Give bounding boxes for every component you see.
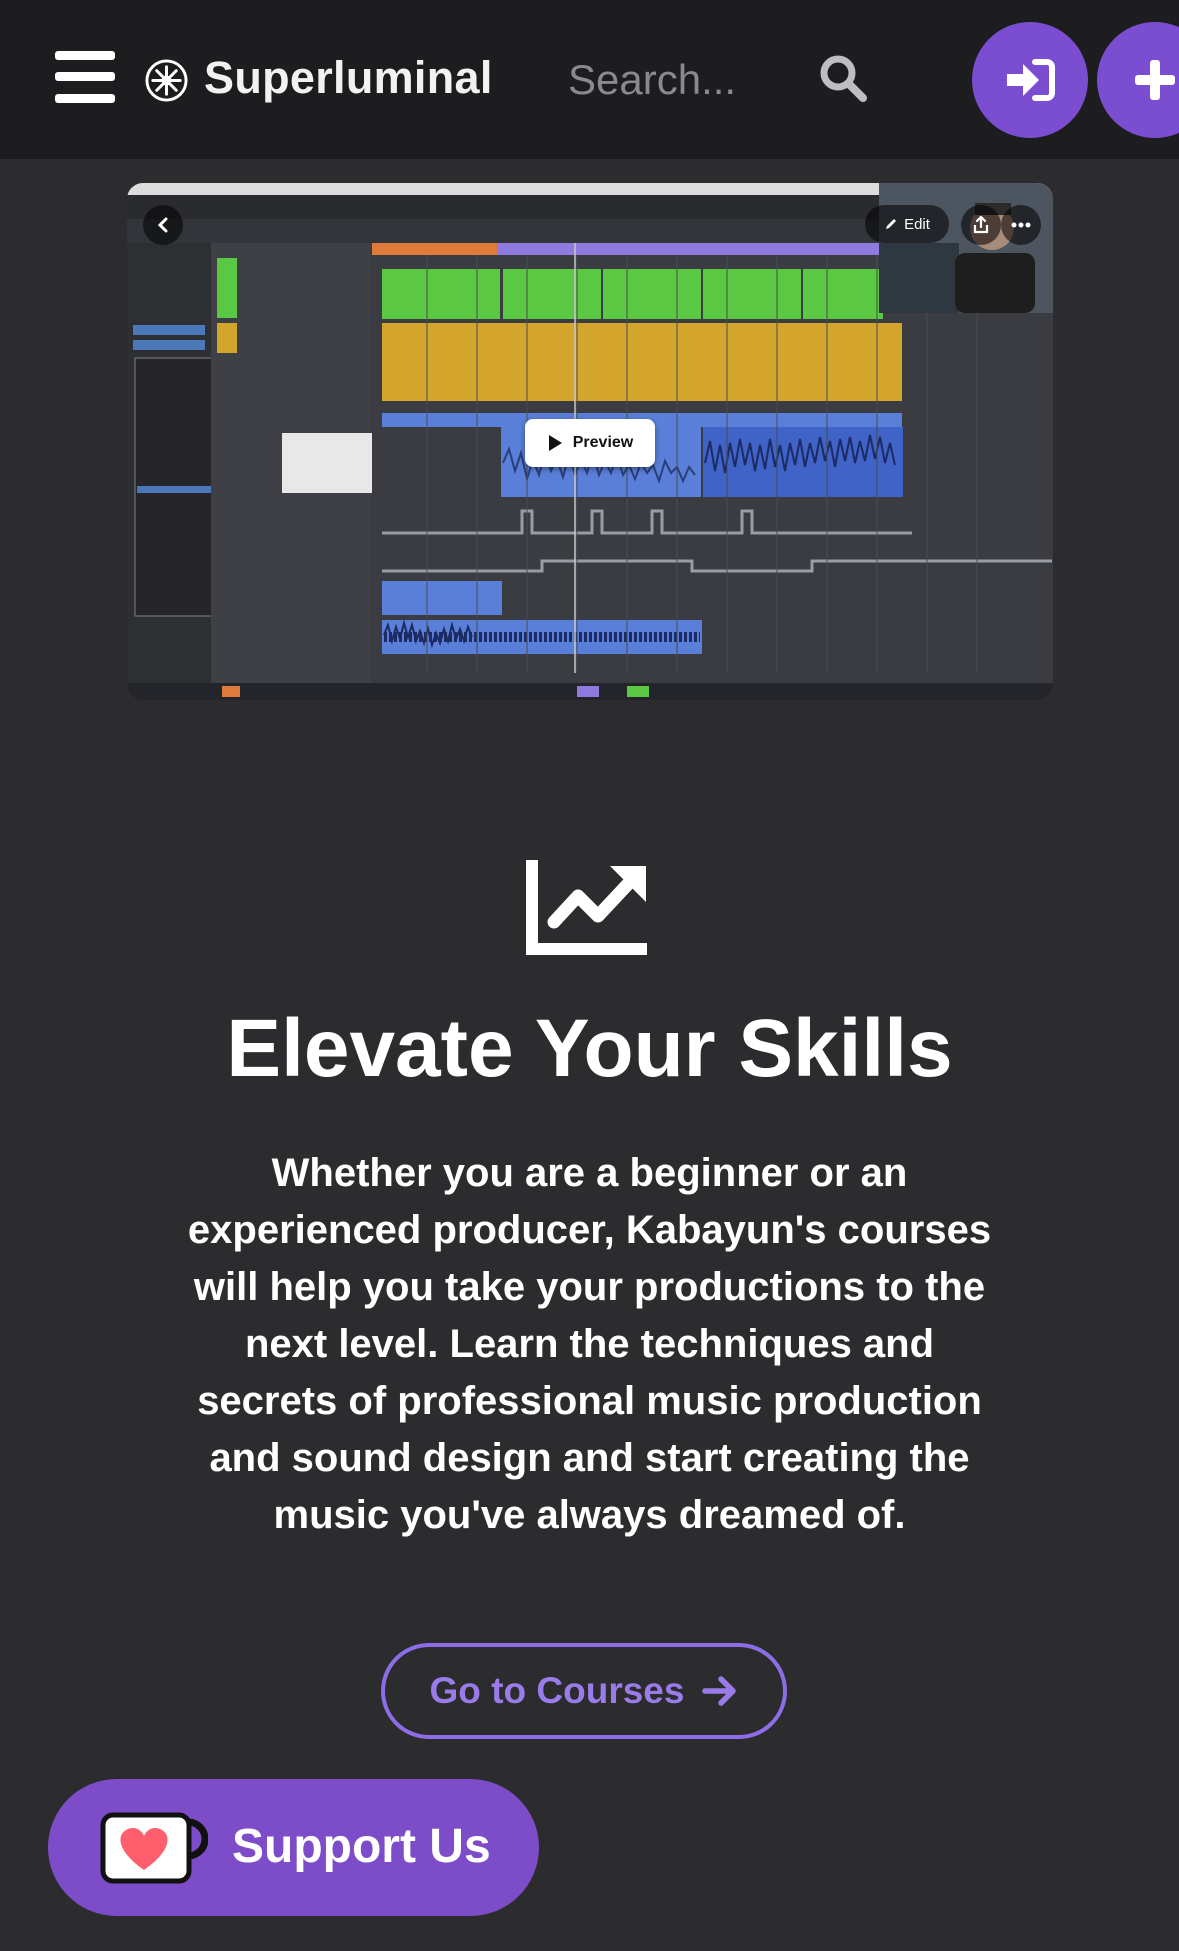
sign-in-icon	[1007, 59, 1055, 101]
go-to-courses-button[interactable]: Go to Courses	[381, 1643, 787, 1739]
edit-label: Edit	[904, 215, 930, 233]
ellipsis-icon	[1011, 222, 1031, 228]
chart-line-icon	[526, 860, 647, 955]
back-button[interactable]	[143, 205, 183, 245]
go-to-courses-label: Go to Courses	[429, 1670, 685, 1711]
plus-icon	[1135, 60, 1175, 100]
chevron-left-icon	[157, 217, 168, 233]
course-video-preview[interactable]: Edit Preview	[127, 183, 1053, 700]
share-button[interactable]	[961, 205, 1001, 245]
feature-title: Elevate Your Skills	[226, 1003, 953, 1094]
top-navbar: Superluminal	[0, 0, 1179, 159]
menu-icon[interactable]	[55, 51, 115, 103]
coffee-cup-heart-icon	[100, 1812, 208, 1884]
preview-button[interactable]: Preview	[525, 419, 655, 467]
more-options-button[interactable]	[1001, 205, 1041, 245]
play-icon	[548, 435, 562, 451]
logo-icon	[145, 59, 188, 102]
search-icon[interactable]	[818, 53, 868, 103]
preview-label: Preview	[572, 434, 634, 451]
login-button[interactable]	[972, 22, 1088, 138]
feature-description: Whether you are a beginner or an experie…	[187, 1151, 992, 1537]
pencil-icon	[886, 219, 897, 229]
add-button[interactable]	[1097, 22, 1179, 138]
support-us-label: Support Us	[232, 1820, 491, 1873]
brand-name[interactable]: Superluminal	[204, 52, 493, 104]
share-icon	[973, 216, 989, 234]
edit-button[interactable]: Edit	[865, 205, 949, 243]
support-us-button[interactable]: Support Us	[48, 1779, 539, 1916]
search-input[interactable]	[552, 47, 814, 113]
arrow-right-icon	[702, 1676, 737, 1706]
